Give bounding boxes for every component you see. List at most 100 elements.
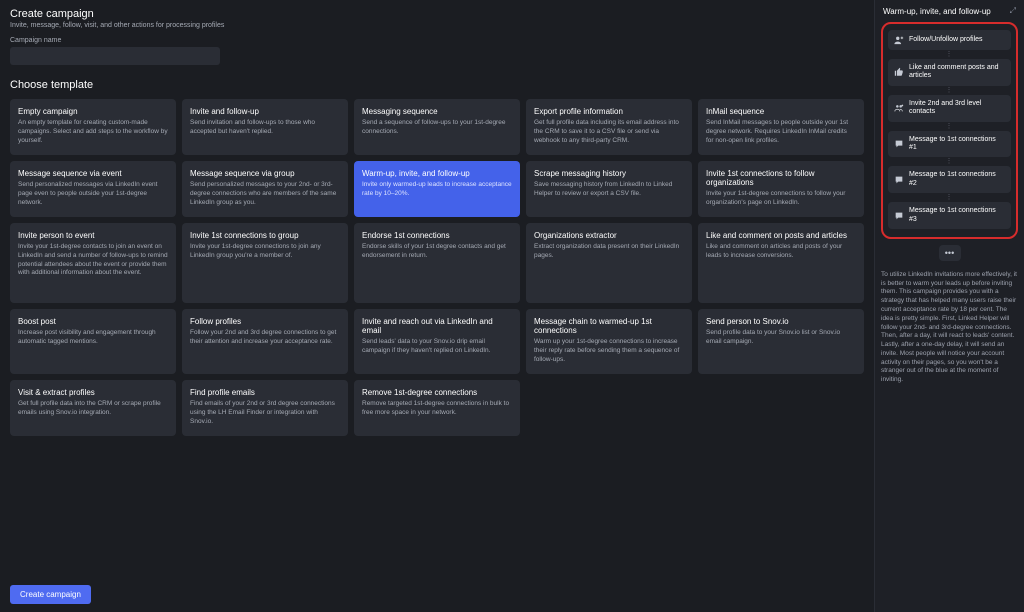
main-panel: Create campaign Invite, message, follow,… [0, 0, 874, 612]
template-card[interactable]: Message chain to warmed-up 1st connectio… [526, 309, 692, 374]
template-desc: Send leads' data to your Snov.io drip em… [362, 338, 512, 356]
workflow-connector: ⋮ [888, 51, 1011, 58]
template-title: Organizations extractor [534, 231, 684, 240]
invite-icon [894, 103, 904, 113]
template-desc: An empty template for creating custom-ma… [18, 119, 168, 145]
workflow-step[interactable]: Message to 1st connections #3 [888, 202, 1011, 229]
template-title: Find profile emails [190, 388, 340, 397]
choose-template-heading: Choose template [10, 79, 864, 91]
create-campaign-button[interactable]: Create campaign [10, 585, 91, 604]
workflow-step[interactable]: Message to 1st connections #2 [888, 166, 1011, 193]
template-card[interactable]: Scrape messaging historySave messaging h… [526, 161, 692, 217]
workflow-connector: ⋮ [888, 158, 1011, 165]
workflow-connector: ⋮ [888, 87, 1011, 94]
template-title: Like and comment on posts and articles [706, 231, 856, 240]
workflow-step[interactable]: Message to 1st connections #1 [888, 131, 1011, 158]
template-desc: Send invitation and follow-ups to those … [190, 119, 340, 137]
template-desc: Warm up your 1st-degree connections to i… [534, 338, 684, 364]
template-card[interactable]: Messaging sequence Send a sequence of fol… [354, 99, 520, 155]
template-desc: Send profile data to your Snov.io list o… [706, 329, 856, 347]
message-icon [894, 211, 904, 221]
template-desc: Like and comment on articles and posts o… [706, 243, 856, 261]
template-title: Message sequence via event [18, 169, 168, 178]
template-card[interactable]: Export profile information Get full profi… [526, 99, 692, 155]
template-card[interactable]: Endorse 1st connections Endorse skills of… [354, 223, 520, 303]
template-desc: Invite your 1st-degree contacts to join … [18, 243, 168, 278]
template-title: Message sequence via group [190, 169, 340, 178]
workflow-step-label: Message to 1st connections #2 [909, 171, 1005, 188]
workflow-step[interactable]: Follow/Unfollow profiles [888, 30, 1011, 50]
template-desc: Invite only warmed-up leads to increase … [362, 181, 512, 199]
follow-icon [894, 35, 904, 45]
template-desc: Get full profile data into the CRM or sc… [18, 400, 168, 418]
template-card[interactable]: Remove 1st-degree connectionsRemove targ… [354, 380, 520, 436]
template-title: Invite and follow-up [190, 107, 340, 116]
template-title: Endorse 1st connections [362, 231, 512, 240]
page-title: Create campaign [10, 8, 864, 20]
template-title: Invite and reach out via LinkedIn and em… [362, 317, 512, 335]
workflow-step[interactable]: Invite 2nd and 3rd level contacts [888, 95, 1011, 122]
template-desc: Extract organization data present on the… [534, 243, 684, 261]
template-title: Scrape messaging history [534, 169, 684, 178]
workflow-connector: ⋮ [888, 194, 1011, 201]
template-desc: Invite your 1st-degree connections to fo… [706, 190, 856, 208]
template-card[interactable]: Organizations extractor Extract organizat… [526, 223, 692, 303]
page-subtitle: Invite, message, follow, visit, and othe… [10, 22, 864, 29]
template-card[interactable]: Visit & extract profiles Get full profile… [10, 380, 176, 436]
expand-icon[interactable]: ⤢ [1010, 6, 1016, 16]
sidebar-title: Warm-up, invite, and follow-up [883, 7, 991, 16]
template-card[interactable]: Message sequence via groupSend personali… [182, 161, 348, 217]
workflow-step-label: Message to 1st connections #3 [909, 207, 1005, 224]
template-card[interactable]: InMail sequenceSend InMail messages to p… [698, 99, 864, 155]
sidebar-description: To utilize LinkedIn invitations more eff… [881, 271, 1018, 385]
template-title: Boost post [18, 317, 168, 326]
template-title: Visit & extract profiles [18, 388, 168, 397]
like-icon [894, 67, 904, 77]
template-title: Export profile information [534, 107, 684, 116]
template-card[interactable]: Invite 1st connections to group Invite yo… [182, 223, 348, 303]
template-title: Warm-up, invite, and follow-up [362, 169, 512, 178]
message-icon [894, 139, 904, 149]
template-desc: Get full profile data including its emai… [534, 119, 684, 145]
workflow-preview: Follow/Unfollow profiles ⋮ Like and commen… [881, 22, 1018, 239]
template-card[interactable]: Invite and follow-up Send invitation and … [182, 99, 348, 155]
workflow-connector: ⋮ [888, 123, 1011, 130]
template-card[interactable]: Send person to Snov.io Send profile data … [698, 309, 864, 374]
template-title: Invite 1st connections to group [190, 231, 340, 240]
template-card[interactable]: Like and comment on posts and articles Li… [698, 223, 864, 303]
template-title: Message chain to warmed-up 1st connectio… [534, 317, 684, 335]
template-grid: Empty campaign An empty template for crea… [10, 99, 864, 436]
more-button[interactable]: ••• [939, 245, 961, 261]
sidebar: Warm-up, invite, and follow-up ⤢ Follow/… [874, 0, 1024, 612]
template-card[interactable]: Empty campaign An empty template for crea… [10, 99, 176, 155]
template-card[interactable]: Invite and reach out via LinkedIn and em… [354, 309, 520, 374]
template-title: Invite 1st connections to follow organiz… [706, 169, 856, 187]
template-title: Invite person to event [18, 231, 168, 240]
template-title: Follow profiles [190, 317, 340, 326]
template-card[interactable]: Warm-up, invite, and follow-up Invite onl… [354, 161, 520, 217]
template-title: Empty campaign [18, 107, 168, 116]
campaign-name-label: Campaign name [10, 37, 864, 44]
template-desc: Send InMail messages to people outside y… [706, 119, 856, 145]
template-desc: Send personalized messages via LinkedIn … [18, 181, 168, 207]
template-card[interactable]: Boost post Increase post visibility and e… [10, 309, 176, 374]
template-card[interactable]: Message sequence via event Send personali… [10, 161, 176, 217]
workflow-step-label: Like and comment posts and articles [909, 64, 1005, 81]
workflow-step-label: Message to 1st connections #1 [909, 136, 1005, 153]
template-desc: Increase post visibility and engagement … [18, 329, 168, 347]
template-desc: Endorse skills of your 1st degree contac… [362, 243, 512, 261]
template-title: Send person to Snov.io [706, 317, 856, 326]
workflow-step[interactable]: Like and comment posts and articles [888, 59, 1011, 86]
template-desc: Send a sequence of follow-ups to your 1s… [362, 119, 512, 137]
campaign-name-input[interactable] [10, 47, 220, 65]
template-card[interactable]: Invite 1st connections to follow organiz… [698, 161, 864, 217]
template-title: Messaging sequence [362, 107, 512, 116]
template-desc: Invite your 1st-degree connections to jo… [190, 243, 340, 261]
template-card[interactable]: Find profile emailsFind emails of your 2… [182, 380, 348, 436]
workflow-step-label: Follow/Unfollow profiles [909, 36, 983, 44]
workflow-step-label: Invite 2nd and 3rd level contacts [909, 100, 1005, 117]
template-desc: Follow your 2nd and 3rd degree connectio… [190, 329, 340, 347]
template-card[interactable]: Follow profiles Follow your 2nd and 3rd d… [182, 309, 348, 374]
message-icon [894, 175, 904, 185]
template-card[interactable]: Invite person to event Invite your 1st-de… [10, 223, 176, 303]
